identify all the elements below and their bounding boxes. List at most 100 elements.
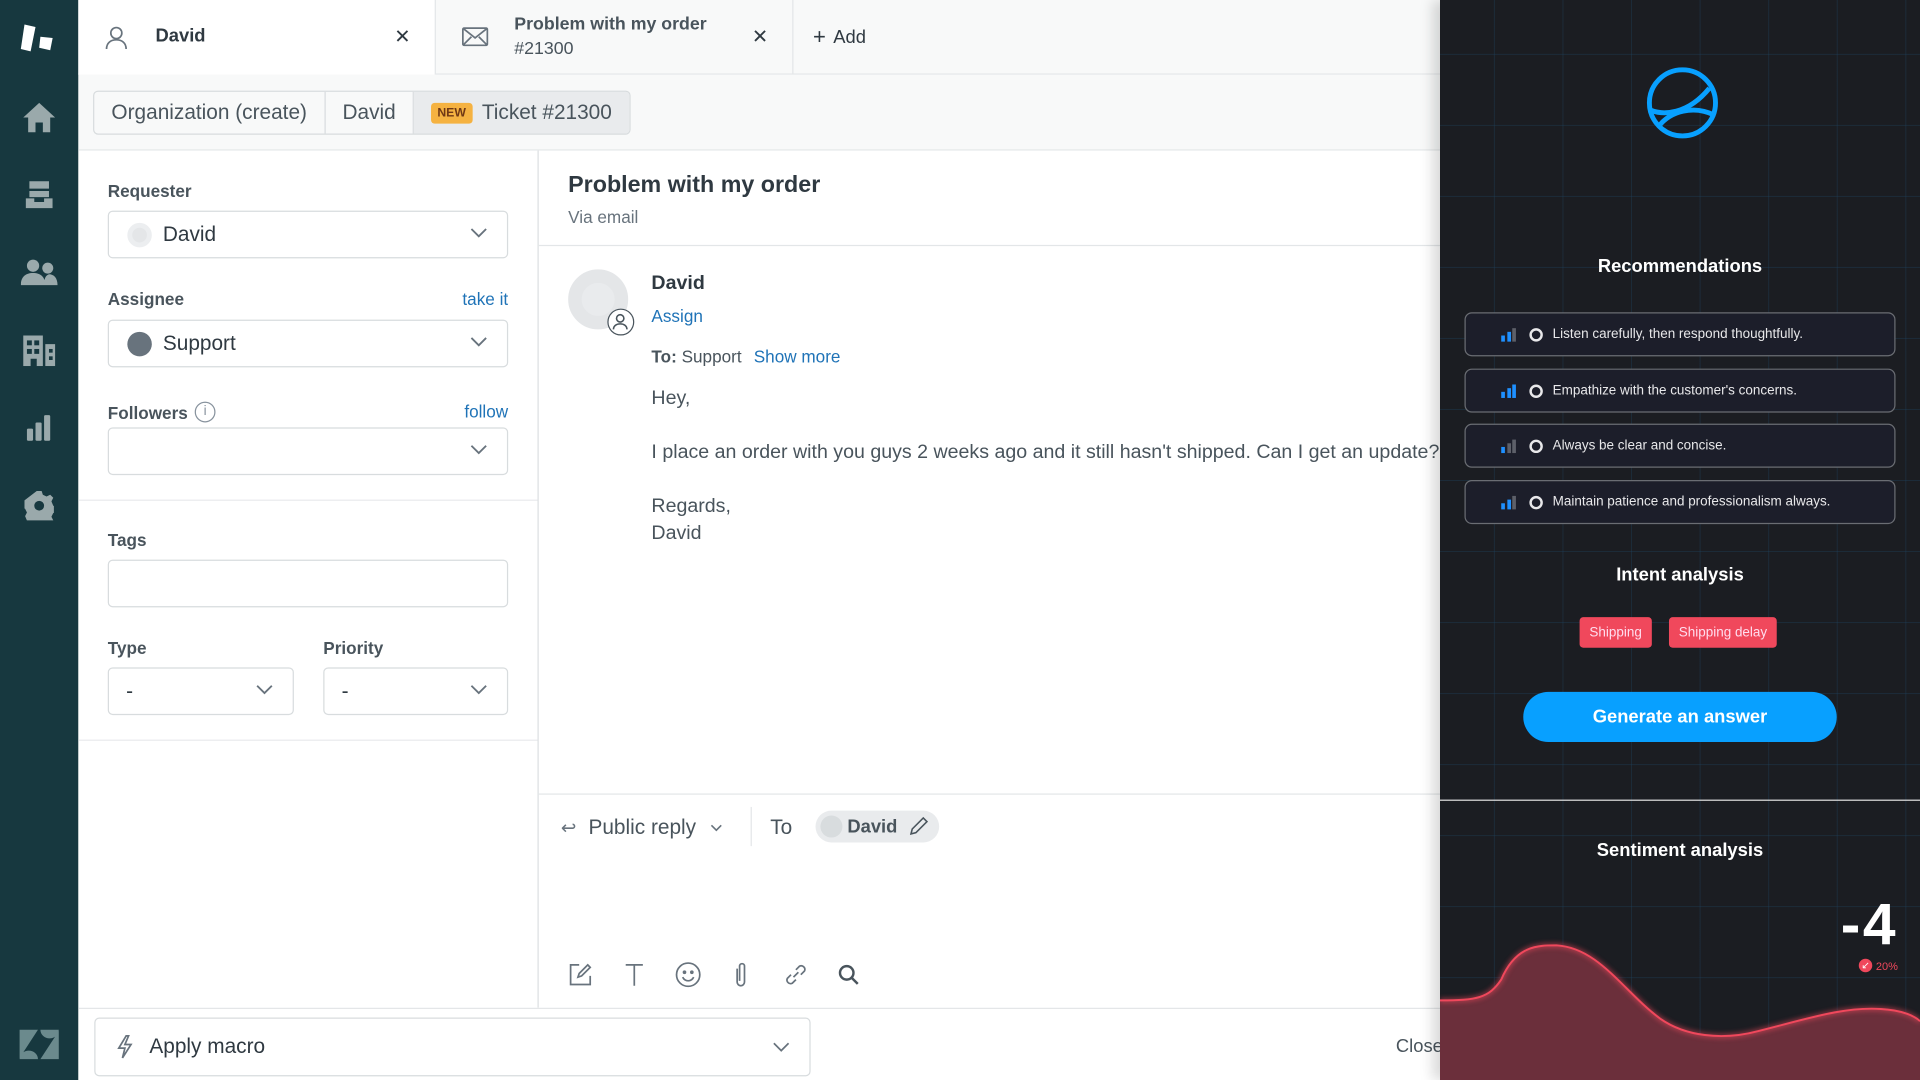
edit-icon[interactable] — [909, 816, 930, 842]
link-icon[interactable] — [782, 961, 809, 994]
follow-link[interactable]: follow — [464, 402, 508, 422]
breadcrumb-ticket[interactable]: NEW Ticket #21300 — [414, 91, 629, 134]
strength-bar — [1512, 440, 1516, 454]
ai-logo-icon — [1646, 66, 1719, 146]
apply-macro-select[interactable]: Apply macro — [94, 1017, 811, 1077]
recommendation-item[interactable]: Listen carefully, then respond thoughtfu… — [1464, 312, 1896, 357]
gear-icon[interactable] — [0, 481, 78, 530]
assignee-field[interactable]: Support — [107, 319, 509, 368]
generate-answer-button[interactable]: Generate an answer — [1523, 691, 1837, 743]
close-button[interactable]: Close — [1396, 1036, 1443, 1057]
chevron-down-icon — [470, 337, 487, 347]
user-badge-icon — [607, 308, 635, 336]
zendesk-logo-icon[interactable] — [0, 1020, 78, 1069]
tab-title: David — [155, 25, 206, 47]
strength-bar — [1512, 496, 1516, 510]
add-tab-button[interactable]: + Add — [813, 0, 911, 75]
radio-icon[interactable] — [1529, 496, 1543, 510]
inbox-icon[interactable] — [0, 170, 78, 219]
requester-field[interactable]: David — [107, 210, 509, 259]
breadcrumb-user[interactable]: David — [325, 91, 415, 134]
tab-title: Problem with my order — [514, 14, 707, 35]
assignee-value: Support — [162, 331, 236, 355]
ticket-subject: Problem with my order — [568, 172, 821, 199]
intent-tag[interactable]: Shipping delay — [1668, 617, 1777, 648]
strength-bar — [1501, 335, 1505, 342]
message-line: Hey, — [651, 388, 691, 409]
bar-chart-icon[interactable] — [0, 403, 78, 452]
tab-bar: David ✕ Problem with my order #21300 ✕ +… — [78, 0, 1441, 75]
recipient-line: To: Support Show more — [651, 347, 840, 367]
priority-select[interactable]: - — [323, 667, 509, 716]
left-nav — [0, 0, 79, 1080]
type-select[interactable]: - — [107, 667, 294, 716]
take-it-link[interactable]: take it — [462, 289, 508, 309]
breadcrumb-organization[interactable]: Organization (create) — [94, 91, 326, 134]
status-badge: NEW — [431, 102, 473, 124]
app-logo-icon[interactable] — [0, 15, 78, 64]
users-icon[interactable] — [0, 247, 78, 296]
assign-link[interactable]: Assign — [651, 306, 702, 326]
chevron-down-icon — [711, 824, 723, 831]
search-icon[interactable] — [838, 964, 860, 992]
recipient-chip[interactable]: David — [815, 810, 940, 843]
compose-icon[interactable] — [568, 962, 592, 993]
divider — [78, 499, 538, 501]
priority-value: - — [341, 678, 349, 703]
text-format-icon[interactable] — [624, 962, 644, 993]
chevron-down-icon — [470, 228, 487, 238]
strength-bars-icon — [1501, 496, 1516, 510]
to-label: To — [770, 815, 793, 839]
recommendation-text: Maintain patience and professionalism al… — [1552, 494, 1831, 510]
building-icon[interactable] — [0, 326, 78, 375]
radio-icon[interactable] — [1529, 328, 1543, 342]
to-label: To: — [651, 346, 677, 367]
ai-assistant-panel: Recommendations Listen carefully, then r… — [1440, 0, 1920, 1080]
message-line: David — [651, 522, 702, 544]
tags-input[interactable] — [107, 559, 509, 608]
divider — [538, 793, 1441, 795]
reply-arrow-icon: ↩ — [560, 817, 577, 839]
tab-user-david[interactable]: David ✕ — [78, 0, 436, 75]
ticket-channel: Via email — [568, 206, 639, 227]
followers-field[interactable] — [107, 427, 509, 476]
breadcrumb-bar: Organization (create) David NEW Ticket #… — [78, 74, 1441, 151]
add-tab-label: Add — [833, 26, 866, 48]
close-tab-icon[interactable]: ✕ — [752, 24, 768, 48]
reply-mode-select[interactable]: ↩ Public reply — [561, 813, 723, 842]
intent-analysis-title: Intent analysis — [1616, 564, 1744, 586]
recommendation-item[interactable]: Empathize with the customer's concerns. — [1464, 368, 1896, 413]
message-author[interactable]: David — [651, 273, 704, 295]
radio-icon[interactable] — [1529, 384, 1543, 398]
radio-icon[interactable] — [1529, 440, 1543, 454]
type-label: Type — [107, 637, 147, 658]
user-icon — [105, 26, 127, 55]
ticket-id: Ticket #21300 — [481, 100, 612, 124]
strength-bar — [1506, 331, 1511, 342]
group-icon — [127, 331, 152, 357]
message-line: Regards, — [651, 495, 731, 517]
requester-label: Requester — [107, 181, 192, 201]
emoji-icon[interactable] — [675, 961, 702, 994]
conversation-pane: Problem with my order Via email David As… — [538, 150, 1441, 1008]
home-icon[interactable] — [0, 93, 78, 142]
show-more-link[interactable]: Show more — [754, 347, 841, 367]
followers-label: Followers — [107, 402, 188, 423]
recommendation-item[interactable]: Always be clear and concise. — [1464, 424, 1896, 469]
strength-bar — [1506, 499, 1511, 510]
strength-bar — [1501, 447, 1505, 454]
recommendation-item[interactable]: Maintain patience and professionalism al… — [1464, 480, 1896, 525]
tab-ticket-21300[interactable]: Problem with my order #21300 ✕ — [436, 0, 794, 75]
recipient-name: David — [847, 816, 898, 837]
recommendation-text: Empathize with the customer's concerns. — [1552, 382, 1798, 398]
mail-icon — [462, 27, 489, 51]
close-tab-icon[interactable]: ✕ — [394, 24, 410, 48]
info-icon[interactable]: i — [194, 401, 216, 423]
lightning-icon — [115, 1035, 135, 1066]
strength-bar — [1512, 328, 1516, 342]
attachment-icon[interactable] — [733, 961, 748, 994]
avatar — [127, 222, 152, 248]
to-value: Support — [681, 346, 742, 367]
intent-tag[interactable]: Shipping — [1579, 617, 1652, 648]
chevron-down-icon — [773, 1042, 790, 1052]
